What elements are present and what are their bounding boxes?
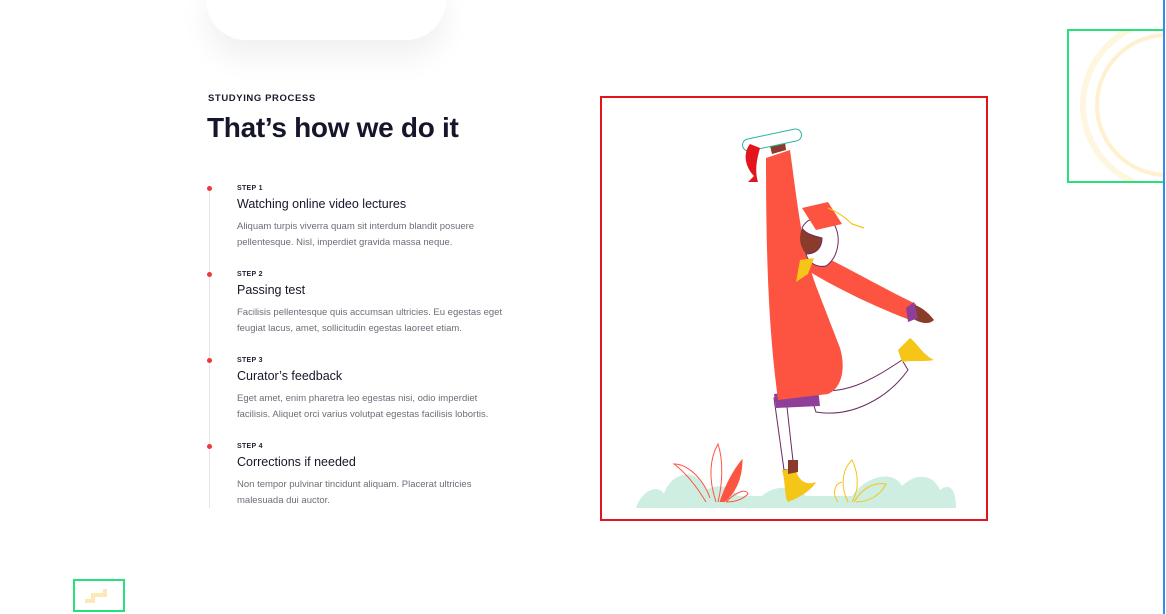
step-title: Watching online video lectures — [237, 197, 407, 211]
decorative-corner-frame — [73, 579, 125, 612]
illustration-frame — [600, 96, 988, 521]
section-title: That’s how we do it — [207, 112, 459, 143]
step-description: Eget amet, enim pharetra leo egestas nis… — [237, 393, 489, 420]
step-dot — [206, 186, 212, 191]
step-description: Facilisis pellentesque quis accumsan ult… — [237, 307, 503, 334]
graduate-celebrating-icon — [636, 128, 956, 508]
step-title: Corrections if needed — [237, 455, 356, 469]
step-label: STEP 1 — [237, 185, 263, 192]
step-label: STEP 3 — [237, 357, 263, 364]
step-dot — [206, 444, 212, 449]
step-dot — [206, 272, 212, 277]
corner-decoration-icon — [85, 589, 107, 603]
step-dot — [206, 358, 212, 363]
timeline-line — [209, 188, 210, 508]
decorative-circle-frame — [1067, 29, 1165, 183]
right-edge-line — [1163, 0, 1165, 614]
top-card-shadow — [206, 0, 446, 40]
step-description: Aliquam turpis viverra quam sit interdum… — [237, 221, 475, 248]
section-eyebrow: STUDYING PROCESS — [208, 93, 316, 104]
step-description: Non tempor pulvinar tincidunt aliquam. P… — [237, 479, 472, 506]
step-title: Passing test — [237, 283, 306, 297]
step-label: STEP 2 — [237, 271, 263, 278]
steps-timeline: STEP 1 Watching online video lectures Al… — [206, 185, 508, 508]
step-label: STEP 4 — [237, 443, 263, 450]
circle-decoration-icon — [1080, 31, 1163, 181]
step-title: Curator’s feedback — [237, 369, 343, 383]
